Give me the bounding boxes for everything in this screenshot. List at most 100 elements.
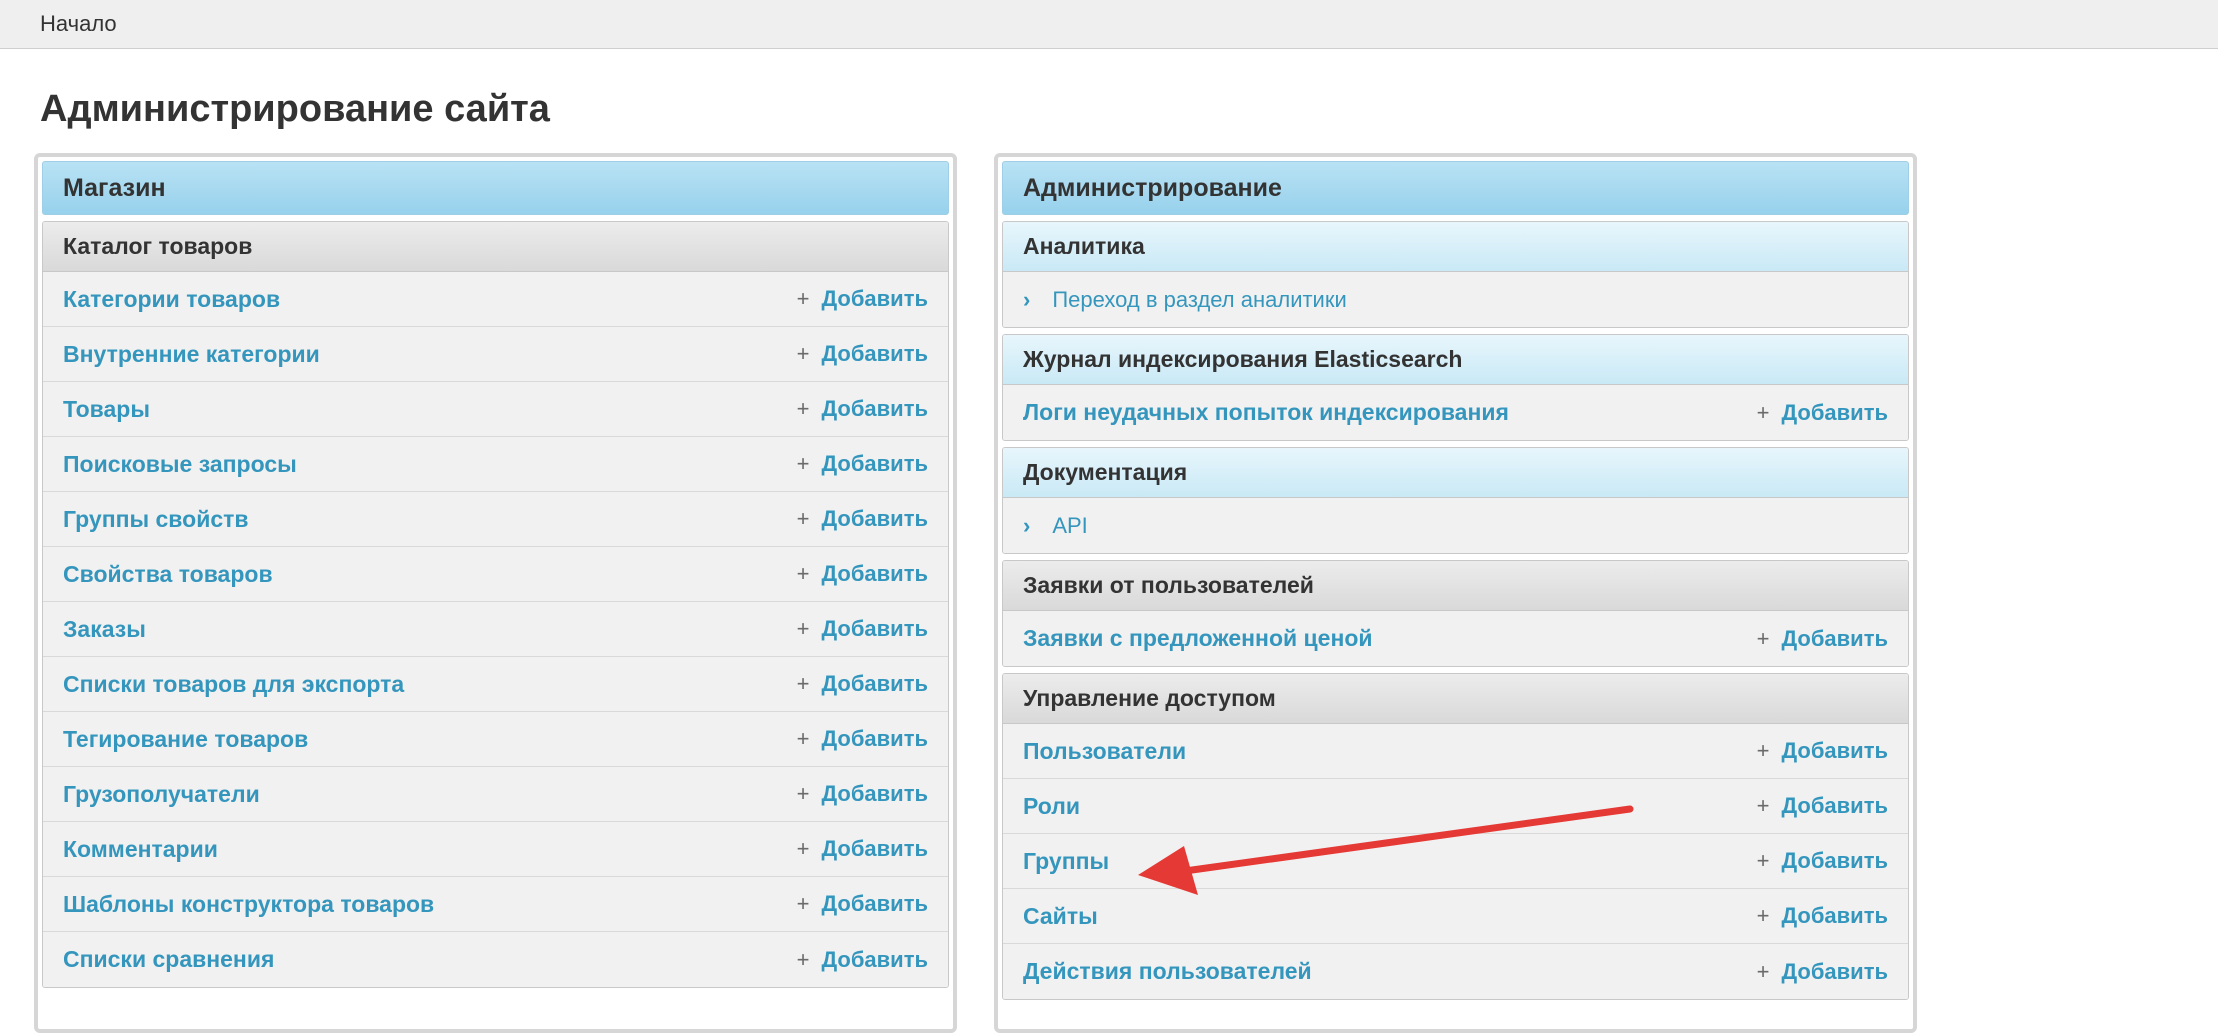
table-row: Товары + Добавить — [43, 382, 948, 437]
add-button[interactable]: + Добавить — [1757, 626, 1888, 652]
group-elastic: Журнал индексирования Elasticsearch Логи… — [1002, 334, 1909, 441]
row-link[interactable]: Тегирование товаров — [63, 726, 308, 753]
plus-icon: + — [796, 726, 810, 751]
add-button-label: Добавить — [821, 726, 928, 751]
add-button[interactable]: + Добавить — [797, 451, 928, 477]
add-button[interactable]: + Добавить — [797, 561, 928, 587]
group-requests: Заявки от пользователей Заявки с предлож… — [1002, 560, 1909, 667]
add-button-label: Добавить — [1781, 625, 1888, 651]
add-button-label: Добавить — [821, 396, 928, 421]
plus-icon: + — [796, 946, 810, 972]
plus-icon: + — [796, 561, 810, 586]
add-button[interactable]: + Добавить — [1757, 848, 1888, 874]
add-button[interactable]: + Добавить — [797, 286, 928, 312]
group-header-docs: Документация — [1003, 448, 1908, 498]
breadcrumb: Начало — [0, 0, 2218, 49]
group-docs: Документация › API — [1002, 447, 1909, 554]
table-row: Внутренние категории + Добавить — [43, 327, 948, 382]
price-requests-link[interactable]: Заявки с предложенной ценой — [1023, 625, 1373, 652]
plus-icon: + — [1756, 793, 1770, 818]
row-link[interactable]: Заказы — [63, 616, 146, 643]
row-link[interactable]: Списки товаров для экспорта — [63, 671, 404, 698]
table-row: Комментарии + Добавить — [43, 822, 948, 877]
add-button[interactable]: + Добавить — [797, 781, 928, 807]
row-link[interactable]: Группы свойств — [63, 506, 249, 533]
row-link[interactable]: Комментарии — [63, 836, 218, 863]
plus-icon: + — [796, 396, 810, 421]
row-link[interactable]: Действия пользователей — [1023, 958, 1312, 985]
add-button[interactable]: + Добавить — [797, 396, 928, 422]
plus-icon: + — [796, 506, 810, 531]
chevron-right-icon: › — [1023, 512, 1031, 538]
add-button[interactable]: + Добавить — [797, 891, 928, 917]
add-button[interactable]: + Добавить — [797, 671, 928, 697]
plus-icon: + — [796, 836, 810, 861]
row-link[interactable]: Поисковые запросы — [63, 451, 297, 478]
row-link[interactable]: Внутренние категории — [63, 341, 320, 368]
add-button[interactable]: + Добавить — [797, 506, 928, 532]
add-button-label: Добавить — [1781, 903, 1888, 928]
table-row: Списки сравнения + Добавить — [43, 932, 948, 987]
elastic-logs-link[interactable]: Логи неудачных попыток индексирования — [1023, 399, 1509, 426]
plus-icon: + — [796, 891, 810, 916]
table-row: Действия пользователей + Добавить — [1003, 944, 1908, 999]
table-row: Группы + Добавить — [1003, 834, 1908, 889]
row-link[interactable]: Пользователи — [1023, 738, 1186, 765]
api-link[interactable]: API — [1052, 513, 1087, 539]
group-header-requests: Заявки от пользователей — [1003, 561, 1908, 611]
add-button[interactable]: + Добавить — [797, 836, 928, 862]
row-link[interactable]: Роли — [1023, 793, 1080, 820]
add-button-label: Добавить — [821, 671, 928, 696]
row-link[interactable]: Сайты — [1023, 903, 1098, 930]
add-button-label: Добавить — [821, 561, 928, 586]
add-button[interactable]: + Добавить — [1757, 959, 1888, 985]
add-button-label: Добавить — [1781, 958, 1888, 984]
add-button[interactable]: + Добавить — [797, 616, 928, 642]
plus-icon: + — [1756, 958, 1770, 984]
add-button-label: Добавить — [821, 506, 928, 531]
table-row: Сайты + Добавить — [1003, 889, 1908, 944]
add-button-label: Добавить — [821, 891, 928, 916]
row-link[interactable]: Группы — [1023, 848, 1109, 875]
breadcrumb-home[interactable]: Начало — [40, 11, 117, 37]
row-link[interactable]: Списки сравнения — [63, 946, 274, 973]
table-row: Роли + Добавить — [1003, 779, 1908, 834]
group-access: Управление доступом Пользователи + Добавит… — [1002, 673, 1909, 1000]
analytics-link-row[interactable]: › Переход в раздел аналитики — [1003, 272, 1908, 327]
module-caption-shop: Магазин — [42, 161, 949, 215]
add-button-label: Добавить — [821, 341, 928, 366]
plus-icon: + — [1756, 848, 1770, 873]
module-admin: Администрирование Аналитика › Переход в … — [994, 153, 1917, 1033]
add-button-label: Добавить — [821, 451, 928, 476]
plus-icon: + — [1756, 738, 1770, 763]
module-shop: Магазин Каталог товаров Категории товаро… — [34, 153, 957, 1033]
row-link[interactable]: Шаблоны конструктора товаров — [63, 891, 434, 918]
analytics-link[interactable]: Переход в раздел аналитики — [1052, 287, 1346, 313]
add-button[interactable]: + Добавить — [797, 726, 928, 752]
row-link[interactable]: Категории товаров — [63, 286, 280, 313]
plus-icon: + — [796, 286, 810, 311]
add-button[interactable]: + Добавить — [797, 341, 928, 367]
table-row: Заказы + Добавить — [43, 602, 948, 657]
group-header-catalog: Каталог товаров — [43, 222, 948, 272]
add-button[interactable]: + Добавить — [1757, 903, 1888, 929]
add-button[interactable]: + Добавить — [1757, 793, 1888, 819]
table-row: Свойства товаров + Добавить — [43, 547, 948, 602]
row-link[interactable]: Грузополучатели — [63, 781, 260, 808]
add-button-label: Добавить — [821, 286, 928, 311]
table-row: Логи неудачных попыток индексирования + … — [1003, 385, 1908, 440]
plus-icon: + — [1756, 903, 1770, 928]
row-link[interactable]: Свойства товаров — [63, 561, 273, 588]
add-button-label: Добавить — [1781, 738, 1888, 763]
add-button[interactable]: + Добавить — [1757, 738, 1888, 764]
chevron-right-icon: › — [1023, 286, 1031, 312]
add-button[interactable]: + Добавить — [1757, 400, 1888, 426]
table-row: Тегирование товаров + Добавить — [43, 712, 948, 767]
group-catalog: Каталог товаров Категории товаров + Добави… — [42, 221, 949, 988]
plus-icon: + — [796, 671, 810, 696]
row-link[interactable]: Товары — [63, 396, 150, 423]
add-button[interactable]: + Добавить — [797, 947, 928, 973]
plus-icon: + — [796, 781, 810, 806]
table-row: Поисковые запросы + Добавить — [43, 437, 948, 492]
docs-link-row[interactable]: › API — [1003, 498, 1908, 553]
